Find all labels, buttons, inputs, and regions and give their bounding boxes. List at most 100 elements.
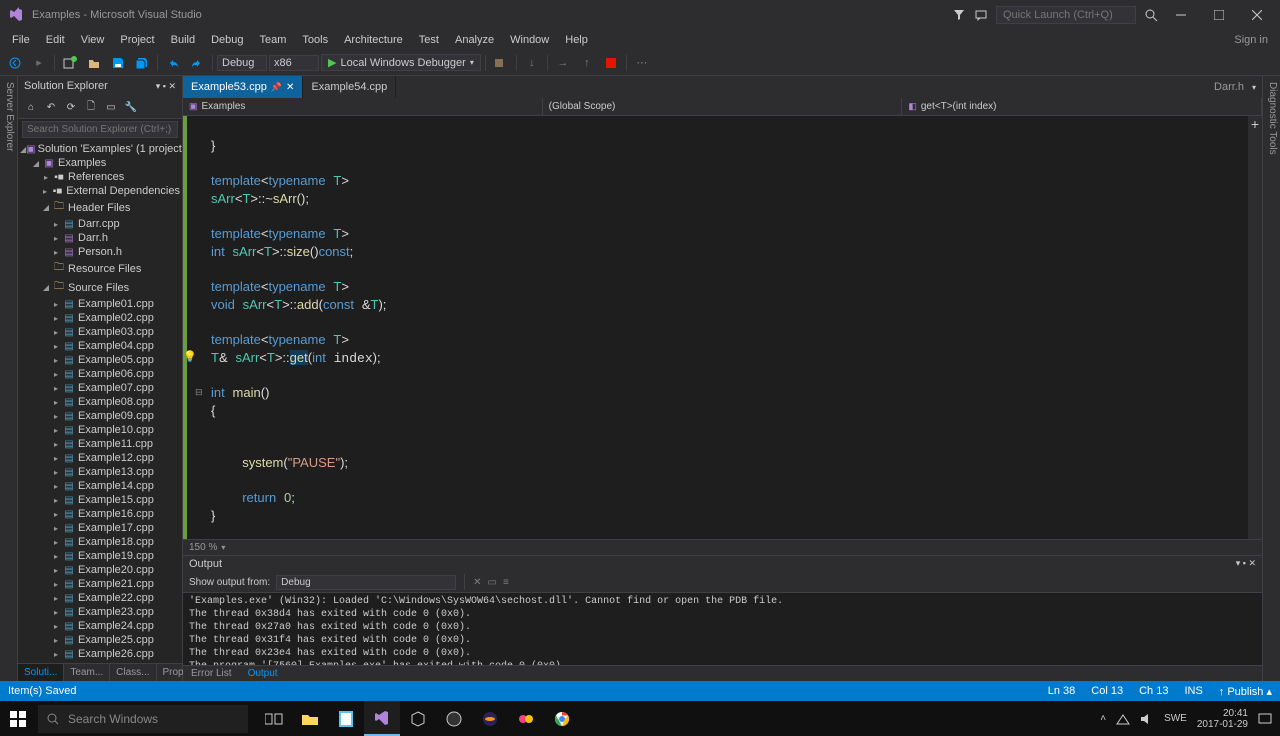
tray-chevron-icon[interactable]: ˄ (1100, 713, 1106, 724)
output-close-icon[interactable]: ✕ (1248, 558, 1256, 568)
open-file-button[interactable] (83, 52, 105, 74)
feedback-icon[interactable] (974, 8, 988, 22)
output-text[interactable]: 'Examples.exe' (Win32): Loaded 'C:\Windo… (183, 593, 1262, 665)
menu-build[interactable]: Build (163, 32, 203, 48)
start-button[interactable] (0, 701, 36, 736)
doc-well-other[interactable]: Darr.h (1214, 81, 1244, 93)
quick-launch-input[interactable] (996, 6, 1136, 24)
tray-lang[interactable]: SWE (1164, 713, 1187, 724)
output-pin-icon[interactable]: ▪ (1243, 558, 1246, 568)
tree-item[interactable]: ▸▤Example19.cpp (18, 549, 182, 563)
process-combo[interactable] (490, 52, 512, 74)
nav-forward-button[interactable]: ▸ (28, 52, 50, 74)
tray-network-icon[interactable] (1116, 713, 1130, 725)
new-project-button[interactable] (59, 52, 81, 74)
search-icon[interactable] (1144, 8, 1158, 22)
tree-item[interactable]: ▸▤Example03.cpp (18, 325, 182, 339)
menu-tools[interactable]: Tools (294, 32, 336, 48)
nav-project-combo[interactable]: ▣Examples (183, 98, 543, 115)
tree-item[interactable]: ◢🗀Source Files (18, 278, 182, 297)
se-back-button[interactable]: ↶ (42, 98, 60, 116)
menu-help[interactable]: Help (557, 32, 596, 48)
tab-error-list[interactable]: Error List (183, 666, 240, 681)
right-rail-diagnostic[interactable]: Diagnostic Tools (1262, 76, 1280, 681)
tree-item[interactable]: ▸▤Example05.cpp (18, 353, 182, 367)
tray-notifications-icon[interactable] (1258, 712, 1272, 726)
tree-item[interactable]: ▸▤Example11.cpp (18, 437, 182, 451)
status-publish[interactable]: ↑ Publish ▴ (1219, 685, 1272, 698)
vertical-scrollbar[interactable]: + (1248, 116, 1262, 539)
nav-back-button[interactable] (4, 52, 26, 74)
taskbar-search[interactable]: Search Windows (38, 705, 248, 733)
tray-volume-icon[interactable] (1140, 713, 1154, 725)
redo-button[interactable] (186, 52, 208, 74)
tree-item[interactable]: ▸▤Example09.cpp (18, 409, 182, 423)
close-button[interactable] (1242, 5, 1272, 25)
save-button[interactable] (107, 52, 129, 74)
step-over-button[interactable]: → (552, 52, 574, 74)
se-tab-solution[interactable]: Soluti... (18, 664, 64, 681)
se-tab-team[interactable]: Team... (64, 664, 110, 681)
minimize-button[interactable] (1166, 5, 1196, 25)
app-icon[interactable] (508, 701, 544, 736)
se-sync-button[interactable]: ⟳ (62, 98, 80, 116)
left-rail-server-explorer[interactable]: Server Explorer (0, 76, 18, 681)
tree-item[interactable]: ▸▤Example15.cpp (18, 493, 182, 507)
tree-item[interactable]: ▸▤Darr.h (18, 231, 182, 245)
tree-item[interactable]: ▸▤Example06.cpp (18, 367, 182, 381)
tree-item[interactable]: ▸▤Example18.cpp (18, 535, 182, 549)
tree-item[interactable]: 🗀Resource Files (18, 259, 182, 278)
breakpoint-button[interactable] (600, 52, 622, 74)
output-clear-button[interactable]: ✕ (473, 577, 481, 588)
tree-item[interactable]: ▸▤Example08.cpp (18, 395, 182, 409)
menu-view[interactable]: View (73, 32, 113, 48)
menu-edit[interactable]: Edit (38, 32, 73, 48)
tree-item[interactable]: ▸▤Example13.cpp (18, 465, 182, 479)
tray-clock[interactable]: 20:41 2017-01-29 (1197, 708, 1248, 730)
menu-project[interactable]: Project (112, 32, 162, 48)
se-properties-button[interactable]: 🔧 (122, 98, 140, 116)
obs-icon[interactable] (436, 701, 472, 736)
output-copy-button[interactable]: ▭ (488, 577, 497, 588)
menu-analyze[interactable]: Analyze (447, 32, 502, 48)
menu-team[interactable]: Team (252, 32, 295, 48)
config-combo[interactable]: Debug (217, 55, 267, 71)
tree-item[interactable]: ▸▤Example02.cpp (18, 311, 182, 325)
solution-search-input[interactable] (22, 121, 178, 138)
nav-member-combo[interactable]: ◧get<T>(int index) (902, 98, 1262, 115)
output-dropdown-icon[interactable]: ▾ (1236, 558, 1241, 568)
tree-item[interactable]: ▸▤Example12.cpp (18, 451, 182, 465)
tree-item[interactable]: ▸▤Example21.cpp (18, 577, 182, 591)
tree-item[interactable]: ▸▤Example25.cpp (18, 633, 182, 647)
chrome-icon[interactable] (544, 701, 580, 736)
platform-combo[interactable]: x86 (269, 55, 319, 71)
menu-architecture[interactable]: Architecture (336, 32, 411, 48)
menu-debug[interactable]: Debug (203, 32, 251, 48)
tree-item[interactable]: ◢▣Examples (18, 156, 182, 170)
tree-item[interactable]: ▸▤Person.h (18, 245, 182, 259)
tree-item[interactable]: ▸▤Example01.cpp (18, 297, 182, 311)
tree-item[interactable]: ▸▤Example17.cpp (18, 521, 182, 535)
tree-item[interactable]: ▸▤Example20.cpp (18, 563, 182, 577)
doc-tab[interactable]: Example54.cpp (303, 76, 396, 98)
pin-icon[interactable]: 📌 (271, 82, 282, 93)
notepad-icon[interactable] (328, 701, 364, 736)
se-home-button[interactable]: ⌂ (22, 98, 40, 116)
notifications-icon[interactable] (952, 8, 966, 22)
se-refresh-button[interactable]: 🗋 (82, 98, 100, 116)
tree-item[interactable]: ▸▤Example07.cpp (18, 381, 182, 395)
nav-scope-combo[interactable]: (Global Scope) (543, 98, 903, 115)
menu-test[interactable]: Test (411, 32, 447, 48)
zoom-level[interactable]: 150 % (189, 542, 217, 553)
tab-output[interactable]: Output (240, 666, 286, 681)
tree-item[interactable]: ▸▤Example26.cpp (18, 647, 182, 661)
tree-item[interactable]: ▸▪■External Dependencies (18, 184, 182, 198)
output-wrap-button[interactable]: ≡ (503, 577, 509, 588)
solution-tree[interactable]: ◢▣Solution 'Examples' (1 project)◢▣Examp… (18, 140, 182, 663)
tree-item[interactable]: ▸▤Example10.cpp (18, 423, 182, 437)
start-debugging-button[interactable]: ▶Local Windows Debugger▾ (321, 54, 481, 71)
eclipse-icon[interactable] (472, 701, 508, 736)
doc-tab-active[interactable]: Example53.cpp 📌 ✕ (183, 76, 303, 98)
find-button[interactable]: ⋯ (631, 52, 653, 74)
tree-item[interactable]: ◢🗀Header Files (18, 198, 182, 217)
